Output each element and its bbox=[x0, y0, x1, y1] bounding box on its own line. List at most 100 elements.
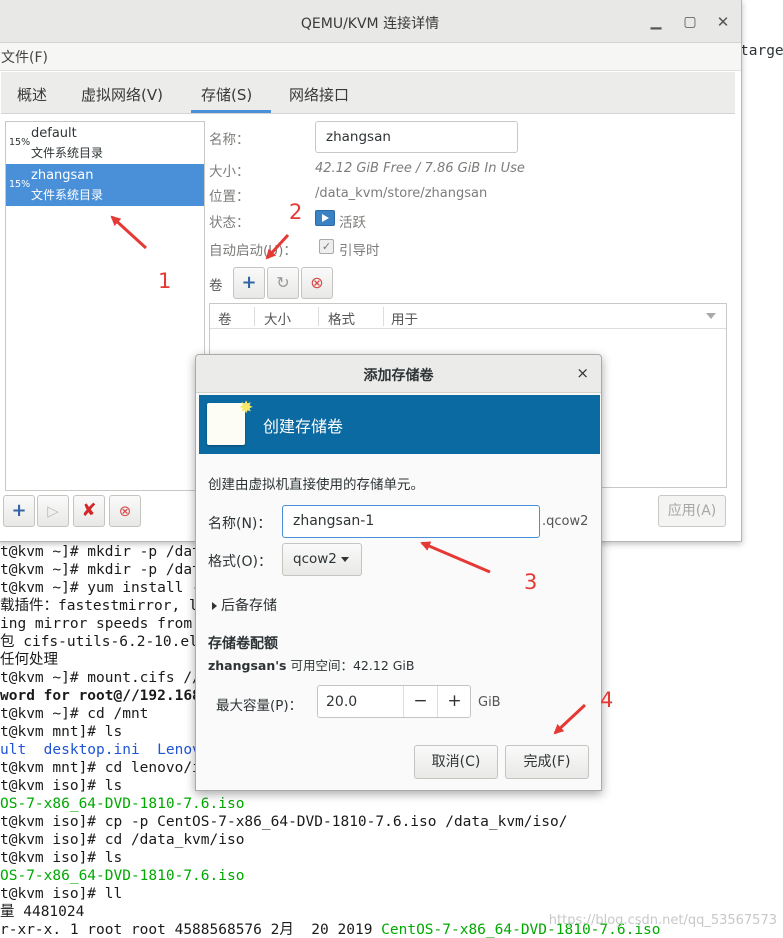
terminal-line: t@kvm iso]# cd /data_kvm/iso bbox=[0, 831, 661, 849]
volumes-label: 卷 bbox=[209, 278, 223, 294]
stop-pool-button[interactable]: ✘ bbox=[73, 495, 105, 527]
dialog-description: 创建由虚拟机直接使用的存储单元。 bbox=[208, 477, 424, 493]
max-capacity-unit: GiB bbox=[478, 695, 501, 710]
column-header-size[interactable]: 大小 bbox=[264, 308, 291, 328]
storage-pool-list: 15% default 文件系统目录 15% zhangsan 文件系统目录 bbox=[5, 121, 205, 491]
pool-usage-percent: 15% bbox=[9, 179, 31, 190]
tab-storage[interactable]: 存储(S) bbox=[201, 84, 252, 105]
format-select[interactable]: qcow2 bbox=[282, 543, 362, 576]
terminal-text: t@kvm mnt]# cd lenovo/iso bbox=[0, 760, 219, 776]
dialog-banner: ✸ 创建存储卷 bbox=[199, 395, 600, 454]
volume-name-input[interactable]: zhangsan-1 bbox=[282, 505, 540, 538]
pool-type: 文件系统目录 bbox=[31, 146, 104, 160]
terminal-text: ult desktop.ini Lenovo bbox=[0, 742, 210, 758]
menu-file[interactable]: 文件(F) bbox=[1, 47, 48, 67]
decrement-button[interactable]: − bbox=[403, 686, 437, 717]
banner-title: 创建存储卷 bbox=[263, 417, 344, 436]
pool-state-value: 活跃 bbox=[339, 215, 366, 231]
watermark: https://blog.csdn.net/qq_53567573 bbox=[548, 913, 777, 928]
tab-network-interfaces[interactable]: 网络接口 bbox=[289, 84, 349, 105]
autostart-label: 自动启动(U)： bbox=[209, 243, 297, 259]
add-storage-volume-dialog: 添加存储卷 × ✸ 创建存储卷 创建由虚拟机直接使用的存储单元。 名称(N)： … bbox=[195, 354, 602, 791]
terminal-text: 量 4481024 bbox=[0, 904, 85, 920]
column-header-used-by[interactable]: 用于 bbox=[391, 308, 418, 328]
terminal-text: t@kvm iso]# ll bbox=[0, 886, 123, 902]
volume-name-extension: .qcow2 bbox=[542, 514, 589, 529]
terminal-text: t@kvm iso]# cd /data_kvm/iso bbox=[0, 832, 245, 848]
column-separator bbox=[254, 307, 255, 326]
pool-name: zhangsan bbox=[31, 168, 94, 183]
quota-owner: zhangsan's bbox=[208, 658, 287, 673]
window-titlebar[interactable]: QEMU/KVM 连接详情 ▁ ▢ ✕ bbox=[0, 0, 741, 43]
terminal-line: OS-7-x86_64-DVD-1810-7.6.iso bbox=[0, 795, 661, 813]
stop-x-icon: ✘ bbox=[81, 500, 97, 521]
pool-name-field[interactable]: zhangsan bbox=[315, 121, 518, 153]
pool-type: 文件系统目录 bbox=[31, 188, 104, 202]
terminal-text: OS-7-x86_64-DVD-1810-7.6.iso bbox=[0, 868, 245, 884]
new-star-icon: ✸ bbox=[239, 398, 254, 418]
refresh-volumes-button[interactable]: ↻ bbox=[267, 267, 299, 299]
apply-button[interactable]: 应用(A) bbox=[658, 495, 726, 527]
terminal-right-fragment: targe bbox=[740, 43, 783, 59]
column-header-volume[interactable]: 卷 bbox=[218, 308, 232, 328]
pool-location-value: /data_kvm/store/zhangsan bbox=[315, 186, 488, 201]
terminal-line: t@kvm iso]# ll bbox=[0, 885, 661, 903]
start-pool-button[interactable]: ▷ bbox=[37, 495, 69, 527]
add-volume-button[interactable]: + bbox=[233, 267, 265, 299]
sort-arrow-icon[interactable] bbox=[706, 313, 716, 319]
terminal-text: t@kvm iso]# ls bbox=[0, 850, 123, 866]
delete-circle-icon: ⊗ bbox=[118, 502, 132, 520]
dialog-titlebar[interactable]: 添加存储卷 × bbox=[196, 355, 601, 393]
tab-bar: 概述 虚拟网络(V) 存储(S) 网络接口 bbox=[1, 72, 735, 114]
finish-button[interactable]: 完成(F) bbox=[505, 745, 589, 779]
terminal-line: t@kvm iso]# cp -p CentOS-7-x86_64-DVD-18… bbox=[0, 813, 661, 831]
plus-icon: + bbox=[241, 272, 257, 293]
backing-storage-expander[interactable]: 后备存储 bbox=[212, 595, 277, 615]
dialog-title: 添加存储卷 bbox=[363, 368, 434, 384]
pool-usage-percent: 15% bbox=[9, 137, 31, 148]
quota-available-text: 可用空间：42.12 GiB bbox=[290, 658, 415, 673]
minimize-button[interactable]: ▁ bbox=[645, 11, 667, 33]
format-selected-value: qcow2 bbox=[293, 551, 337, 567]
max-capacity-spinner[interactable]: 20.0 − + bbox=[317, 685, 471, 718]
terminal-text: t@kvm mnt]# ls bbox=[0, 724, 123, 740]
pool-size-value: 42.12 GiB Free / 7.86 GiB In Use bbox=[315, 161, 525, 176]
column-separator bbox=[383, 307, 384, 326]
autostart-checkbox[interactable]: ✓ bbox=[319, 239, 334, 254]
max-capacity-value[interactable]: 20.0 bbox=[326, 694, 357, 710]
volume-table-header: 卷 大小 格式 用于 bbox=[210, 304, 726, 329]
expander-arrow-icon bbox=[212, 602, 217, 610]
pool-name-label: 名称： bbox=[209, 132, 250, 148]
terminal-text: t@kvm iso]# cp -p CentOS-7-x86_64-DVD-18… bbox=[0, 814, 568, 830]
delete-pool-button[interactable]: ⊗ bbox=[109, 495, 141, 527]
quota-available: zhangsan's 可用空间：42.12 GiB bbox=[208, 655, 414, 674]
terminal-line: OS-7-x86_64-DVD-1810-7.6.iso bbox=[0, 867, 661, 885]
max-capacity-label: 最大容量(P)： bbox=[216, 698, 303, 714]
column-header-format[interactable]: 格式 bbox=[328, 308, 355, 328]
close-window-button[interactable]: ✕ bbox=[712, 11, 734, 33]
dropdown-arrow-icon bbox=[340, 556, 349, 562]
pool-item-zhangsan[interactable]: 15% zhangsan 文件系统目录 bbox=[6, 164, 204, 206]
active-tab-indicator bbox=[191, 110, 271, 113]
dialog-close-button[interactable]: × bbox=[576, 364, 589, 382]
column-separator bbox=[318, 307, 319, 326]
maximize-button[interactable]: ▢ bbox=[679, 11, 701, 33]
window-title: QEMU/KVM 连接详情 bbox=[300, 16, 440, 32]
tab-virtual-networks[interactable]: 虚拟网络(V) bbox=[81, 84, 163, 105]
pool-location-label: 位置： bbox=[209, 189, 250, 205]
terminal-text: r-xr-x. 1 root root 4588568576 2月 20 201… bbox=[0, 922, 382, 938]
format-label: 格式(O)： bbox=[208, 554, 272, 570]
pool-state-label: 状态： bbox=[209, 215, 250, 231]
add-pool-button[interactable]: + bbox=[3, 495, 35, 527]
plus-icon: + bbox=[11, 500, 27, 521]
increment-button[interactable]: + bbox=[437, 686, 471, 717]
cancel-button[interactable]: 取消(C) bbox=[414, 745, 498, 779]
pool-item-default[interactable]: 15% default 文件系统目录 bbox=[6, 122, 204, 164]
terminal-text: t@kvm iso]# ls bbox=[0, 778, 123, 794]
delete-volume-button[interactable]: ⊗ bbox=[301, 267, 333, 299]
volume-name-label: 名称(N)： bbox=[208, 516, 272, 532]
tab-overview[interactable]: 概述 bbox=[17, 84, 47, 105]
terminal-text: OS-7-x86_64-DVD-1810-7.6.iso bbox=[0, 796, 245, 812]
terminal-line: t@kvm iso]# ls bbox=[0, 849, 661, 867]
running-state-icon bbox=[315, 210, 335, 226]
